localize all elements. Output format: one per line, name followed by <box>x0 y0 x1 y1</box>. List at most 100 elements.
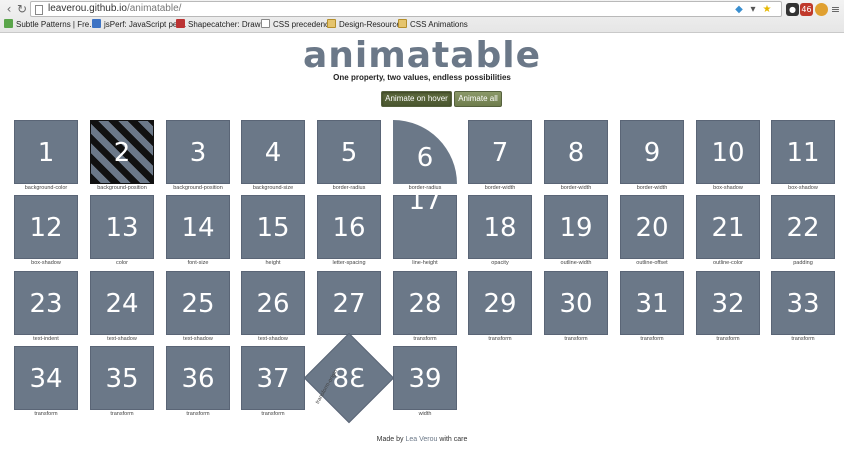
tile-label: text-shadow <box>258 336 288 342</box>
tile-label: width <box>418 411 432 417</box>
tile-label: background-size <box>252 185 294 191</box>
tile-number: 31 <box>635 289 669 319</box>
tile-label: background-position <box>173 185 223 191</box>
tile-label: text-shadow <box>107 336 137 342</box>
tile-17[interactable]: 17 <box>393 188 457 259</box>
bookmark-css-animations[interactable]: CSS Animations <box>398 19 468 31</box>
tile-36[interactable]: 36 <box>166 346 230 410</box>
tile-39[interactable]: 39 <box>393 346 457 410</box>
address-bar[interactable]: leaverou.github.io/animatable/ ◆ ▾ ★ <box>30 1 782 17</box>
tile-number: 36 <box>181 364 215 394</box>
tile-19[interactable]: 19 <box>544 195 608 259</box>
tile-number: 12 <box>29 213 63 243</box>
tile-number: 22 <box>786 213 820 243</box>
back-icon[interactable]: ‹ <box>2 2 16 16</box>
tile-label: box-shadow <box>713 185 743 191</box>
tile-label: opacity <box>491 260 509 266</box>
bookmark-subtle-patterns[interactable]: Subtle Patterns | Fre... <box>4 19 96 31</box>
tile-label: font-size <box>187 260 209 266</box>
tile-16[interactable]: 16 <box>317 195 381 259</box>
tile-10[interactable]: 10 <box>696 120 760 184</box>
tile-number: 19 <box>559 213 593 243</box>
reload-icon[interactable]: ↻ <box>15 2 29 16</box>
tile-37[interactable]: 37 <box>241 346 305 410</box>
bookmark-shapecatcher[interactable]: Shapecatcher: Draw ... <box>176 19 269 31</box>
tile-18[interactable]: 18 <box>468 195 532 259</box>
extension-icon[interactable]: ● <box>786 3 799 16</box>
tile-22[interactable]: 22 <box>771 195 835 259</box>
tile-label: text-shadow <box>183 336 213 342</box>
twitter-icon[interactable]: ◆ <box>734 5 744 15</box>
tile-26[interactable]: 26 <box>241 271 305 335</box>
folder-icon <box>398 19 407 28</box>
tile-9[interactable]: 9 <box>620 120 684 184</box>
author-link[interactable]: Lea Verou <box>405 436 437 443</box>
bookmark-css-precedence[interactable]: CSS precedence <box>261 19 333 31</box>
tile-5[interactable]: 5 <box>317 120 381 184</box>
tile-number: 4 <box>264 138 282 168</box>
tile-20[interactable]: 20 <box>620 195 684 259</box>
tile-label: background-position <box>97 185 147 191</box>
tile-7[interactable]: 7 <box>468 120 532 184</box>
tile-8[interactable]: 8 <box>544 120 608 184</box>
star-icon[interactable]: ★ <box>762 5 772 15</box>
tile-label: background-color <box>24 185 68 191</box>
tile-number: 15 <box>256 213 290 243</box>
tile-label: outline-color <box>713 260 743 266</box>
tile-number: 13 <box>105 213 139 243</box>
cookie-icon[interactable] <box>815 3 828 16</box>
tile-label: outline-offset <box>636 260 668 266</box>
bookmark-design-resources[interactable]: Design-Resources <box>327 19 405 31</box>
tile-number: 10 <box>711 138 745 168</box>
bookmark-icon <box>176 19 185 28</box>
tile-34[interactable]: 34 <box>14 346 78 410</box>
folder-icon <box>327 19 336 28</box>
tile-11[interactable]: 11 <box>771 120 835 184</box>
tile-number: 24 <box>105 289 139 319</box>
tile-label: border-width <box>484 185 516 191</box>
tile-29[interactable]: 29 <box>468 271 532 335</box>
tile-12[interactable]: 12 <box>14 195 78 259</box>
animate-on-hover-button[interactable]: Animate on hover <box>381 91 452 107</box>
tile-24[interactable]: 24 <box>90 271 154 335</box>
tile-3[interactable]: 3 <box>166 120 230 184</box>
tile-label: transform <box>186 411 210 417</box>
tile-label: padding <box>793 260 813 266</box>
tile-label: transform <box>110 411 134 417</box>
tile-13[interactable]: 13 <box>90 195 154 259</box>
tile-number: 3 <box>189 138 207 168</box>
dropdown-icon[interactable]: ▾ <box>748 5 758 15</box>
tile-31[interactable]: 31 <box>620 271 684 335</box>
tile-27[interactable]: 27 <box>317 271 381 335</box>
tile-32[interactable]: 32 <box>696 271 760 335</box>
tile-21[interactable]: 21 <box>696 195 760 259</box>
tile-number: 1 <box>37 138 55 168</box>
footer-suffix: with care <box>439 436 468 443</box>
badge-extension-icon[interactable]: 46 <box>800 3 813 16</box>
tile-2[interactable]: 2 <box>90 120 154 184</box>
bookmark-jsperf[interactable]: jsPerf: JavaScript per... <box>92 19 186 31</box>
tile-number: 25 <box>181 289 215 319</box>
tile-35[interactable]: 35 <box>90 346 154 410</box>
tile-label: transform <box>640 336 664 342</box>
tile-4[interactable]: 4 <box>241 120 305 184</box>
tile-number: 11 <box>786 138 820 168</box>
tile-1[interactable]: 1 <box>14 120 78 184</box>
tile-25[interactable]: 25 <box>166 271 230 335</box>
tile-number: 27 <box>332 289 366 319</box>
tile-number: 32 <box>711 289 745 319</box>
tile-23[interactable]: 23 <box>14 271 78 335</box>
menu-icon[interactable]: ≡ <box>829 3 842 16</box>
tile-number: 16 <box>332 213 366 243</box>
tile-33[interactable]: 33 <box>771 271 835 335</box>
tile-30[interactable]: 30 <box>544 271 608 335</box>
tile-number: 14 <box>181 213 215 243</box>
animate-all-button[interactable]: Animate all <box>454 91 502 107</box>
address-url: leaverou.github.io/animatable/ <box>48 3 182 14</box>
tile-label: border-width <box>560 185 592 191</box>
tile-28[interactable]: 28 <box>393 271 457 335</box>
tile-6[interactable]: 6 <box>393 120 457 184</box>
tile-number: 20 <box>635 213 669 243</box>
tile-14[interactable]: 14 <box>166 195 230 259</box>
tile-15[interactable]: 15 <box>241 195 305 259</box>
